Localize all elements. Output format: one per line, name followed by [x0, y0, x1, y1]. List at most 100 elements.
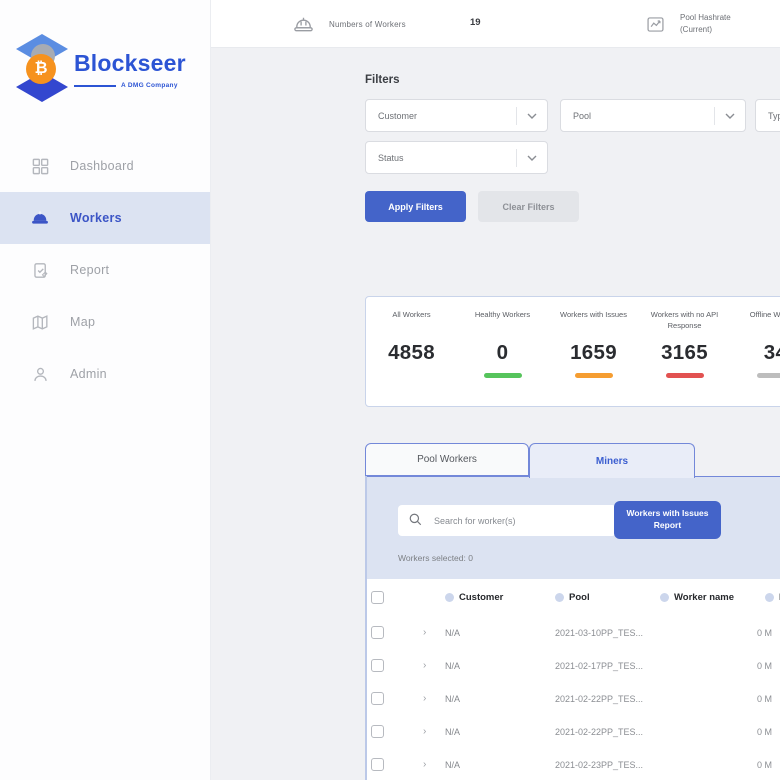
type-filter-label: Type: [756, 111, 780, 121]
row-expand-icon[interactable]: ›: [423, 616, 426, 649]
sidebar: ₿ Blockseer A DMG Company Dashboard: [0, 0, 211, 780]
stat-no-api-response: Workers with no API Response 3165: [639, 310, 730, 406]
filters-title: Filters: [365, 74, 400, 86]
apply-filters-button[interactable]: Apply Filters: [365, 191, 466, 222]
tab-pool-workers[interactable]: Pool Workers: [365, 443, 529, 476]
chevron-down-icon[interactable]: [517, 155, 547, 161]
column-header-hashrate[interactable]: Hashrate: [765, 579, 780, 616]
column-header-pool[interactable]: Pool: [555, 579, 590, 616]
stat-bar-red: [666, 373, 704, 378]
pool-filter-dropdown[interactable]: Pool: [560, 99, 746, 132]
cell-customer: N/A: [445, 682, 460, 715]
logo-text: Blockseer A DMG Company: [74, 50, 204, 89]
filter-icon[interactable]: [445, 593, 454, 602]
sidebar-item-report[interactable]: Report: [0, 244, 210, 296]
row-expand-icon[interactable]: ›: [423, 715, 426, 748]
stat-bar-orange: [575, 373, 613, 378]
stat-value: 34: [734, 341, 780, 365]
miners-tab-content: Workers with Issues Report Workers selec…: [365, 476, 780, 780]
sidebar-item-map[interactable]: Map: [0, 296, 210, 348]
admin-user-icon: [30, 364, 50, 384]
stat-offline-workers: Offline Workers 34: [730, 310, 780, 406]
sidebar-menu: Dashboard Workers: [0, 140, 210, 400]
stat-value: 3165: [643, 341, 726, 365]
cell-pool: 2021-02-22PP_TES...: [555, 715, 643, 748]
filter-icon[interactable]: [660, 593, 669, 602]
row-expand-icon[interactable]: ›: [423, 748, 426, 780]
stat-bar: [393, 373, 431, 378]
row-checkbox[interactable]: [371, 692, 384, 705]
cell-pool: 2021-02-23PP_TES...: [555, 748, 643, 780]
helmet-icon: [292, 13, 315, 36]
row-expand-icon[interactable]: ›: [423, 682, 426, 715]
sidebar-item-workers[interactable]: Workers: [0, 192, 210, 244]
table-header-row: Customer Pool Worker name Hashrate: [367, 579, 780, 616]
sidebar-item-label: Map: [70, 315, 95, 329]
row-expand-icon[interactable]: ›: [423, 649, 426, 682]
status-filter-label: Status: [366, 153, 516, 163]
sidebar-item-admin[interactable]: Admin: [0, 348, 210, 400]
workers-count-value: 19: [470, 17, 481, 28]
report-icon: [30, 260, 50, 280]
cell-hashrate: 0 M: [757, 715, 772, 748]
workers-stats-card: All Workers 4858 Healthy Workers 0 Worke…: [365, 296, 780, 407]
cell-customer: N/A: [445, 649, 460, 682]
page: ₿ Blockseer A DMG Company Dashboard: [0, 0, 780, 780]
filter-icon[interactable]: [765, 593, 774, 602]
sidebar-item-label: Admin: [70, 367, 107, 381]
stat-value: 4858: [370, 341, 453, 365]
table-row: › N/A 2021-02-22PP_TES... 0 M: [367, 682, 780, 715]
sidebar-item-label: Workers: [70, 211, 122, 225]
logo-tagline: A DMG Company: [121, 82, 178, 89]
cell-hashrate: 0 M: [757, 616, 772, 649]
tab-miners[interactable]: Miners: [529, 443, 695, 478]
table-row: › N/A 2021-02-23PP_TES... 0 M: [367, 748, 780, 780]
row-checkbox[interactable]: [371, 626, 384, 639]
blockseer-logo-icon: ₿: [14, 30, 70, 108]
search-input[interactable]: [398, 505, 616, 536]
cell-hashrate: 0 M: [757, 682, 772, 715]
stat-value: 0: [461, 341, 544, 365]
workers-count-label: Numbers of Workers: [329, 20, 406, 29]
workers-count-stat: Numbers of Workers: [292, 0, 406, 48]
chevron-down-icon[interactable]: [715, 113, 745, 119]
sidebar-item-dashboard[interactable]: Dashboard: [0, 140, 210, 192]
stat-all-workers: All Workers 4858: [366, 310, 457, 406]
cell-customer: N/A: [445, 715, 460, 748]
stat-label: All Workers: [370, 310, 453, 334]
cell-pool: 2021-02-22PP_TES...: [555, 682, 643, 715]
cell-pool: 2021-02-17PP_TES...: [555, 649, 643, 682]
row-checkbox[interactable]: [371, 758, 384, 771]
row-checkbox[interactable]: [371, 725, 384, 738]
sidebar-item-label: Report: [70, 263, 109, 277]
blockseer-logo[interactable]: ₿ Blockseer A DMG Company: [12, 28, 202, 110]
column-header-customer[interactable]: Customer: [445, 579, 503, 616]
row-checkbox[interactable]: [371, 659, 384, 672]
select-all-checkbox[interactable]: [371, 591, 384, 604]
stat-bar-green: [484, 373, 522, 378]
column-header-worker-name[interactable]: Worker name: [660, 579, 734, 616]
hashrate-chart-icon: [645, 14, 666, 35]
table-row: › N/A 2021-02-17PP_TES... 0 M: [367, 649, 780, 682]
type-filter-dropdown[interactable]: Type: [755, 99, 780, 132]
chevron-down-icon[interactable]: [517, 113, 547, 119]
stat-healthy-workers: Healthy Workers 0: [457, 310, 548, 406]
workers-with-issues-report-button[interactable]: Workers with Issues Report: [614, 501, 721, 539]
pool-hashrate-label: Pool Hashrate (Current): [680, 12, 731, 36]
pool-filter-label: Pool: [561, 111, 714, 121]
workers-toolbar-panel: Workers with Issues Report Workers selec…: [367, 476, 780, 579]
status-filter-dropdown[interactable]: Status: [365, 141, 548, 174]
clear-filters-button[interactable]: Clear Filters: [478, 191, 579, 222]
stat-workers-with-issues: Workers with Issues 1659: [548, 310, 639, 406]
customer-filter-dropdown[interactable]: Customer: [365, 99, 548, 132]
cell-hashrate: 0 M: [757, 748, 772, 780]
stat-bar-gray: [757, 373, 780, 378]
stat-label: Healthy Workers: [461, 310, 544, 334]
sidebar-item-label: Dashboard: [70, 159, 134, 173]
filter-icon[interactable]: [555, 593, 564, 602]
customer-filter-label: Customer: [366, 111, 516, 121]
workers-selected-count: Workers selected: 0: [398, 553, 473, 563]
workers-helmet-icon: [30, 208, 50, 228]
stat-value: 1659: [552, 341, 635, 365]
dashboard-icon: [30, 156, 50, 176]
